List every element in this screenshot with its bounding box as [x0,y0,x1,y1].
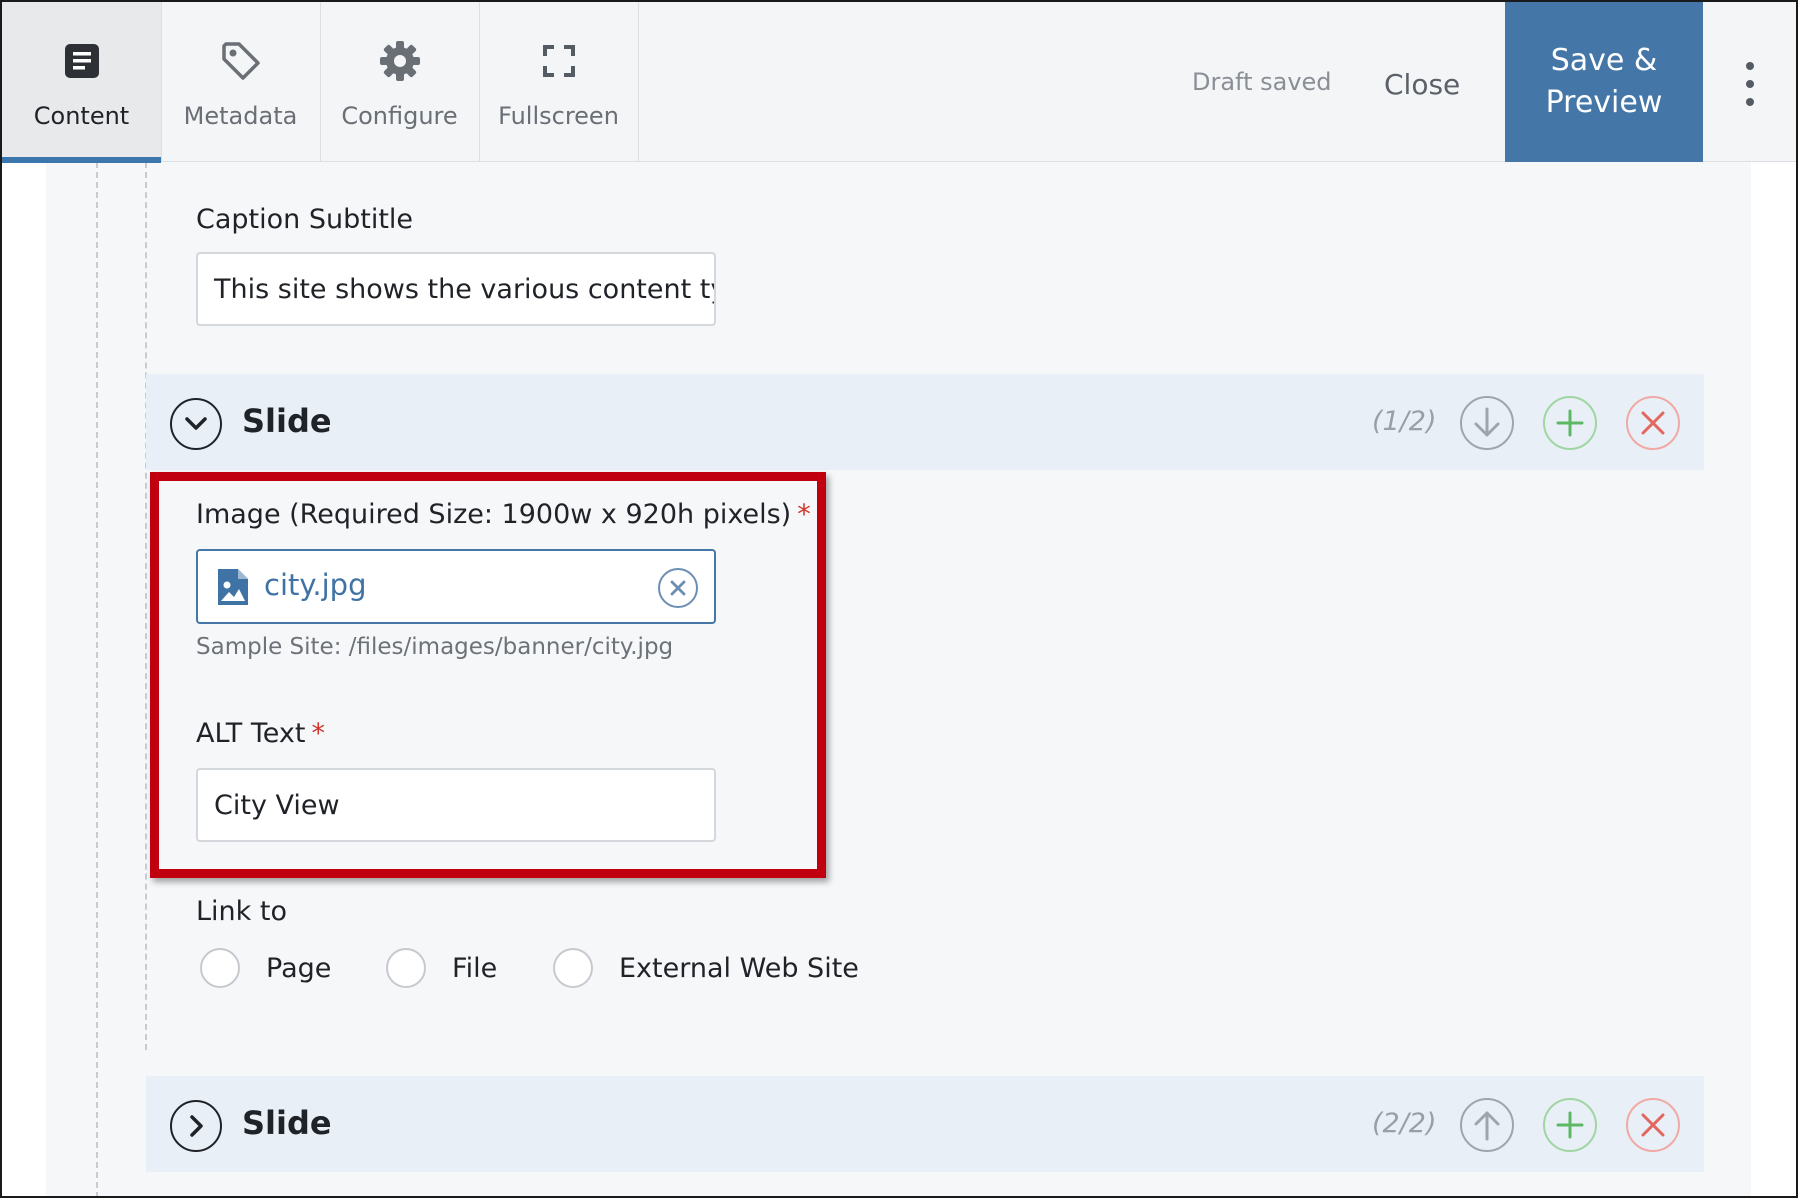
link-option-file[interactable]: File [386,946,497,990]
draft-status: Draft saved [1192,68,1332,96]
move-down-button[interactable] [1460,396,1514,450]
clear-x-icon [669,579,687,597]
tab-content[interactable]: Content [2,2,162,163]
content-icon [59,38,105,84]
alt-text-value: City View [214,789,340,821]
add-slide-button[interactable] [1543,396,1597,450]
alt-text-label-text: ALT Text [196,718,306,749]
arrow-up-icon [1473,1109,1501,1141]
radio-file[interactable] [386,948,426,988]
alt-text-label: ALT Text * [196,718,325,749]
kebab-menu-icon[interactable] [1732,62,1768,106]
alt-text-input[interactable]: City View [196,768,716,842]
image-file-icon [216,567,250,607]
slide-header-1: Slide (1/2) [146,374,1704,470]
close-icon [1639,1111,1667,1139]
editor-toolbar: Content Metadata Configure Fullscreen Dr… [2,2,1796,163]
tab-content-label: Content [33,102,130,130]
slide-title: Slide [242,402,332,440]
radio-file-label: File [452,952,498,984]
tab-configure[interactable]: Configure [320,2,480,162]
slide-title: Slide [242,1104,332,1142]
clear-file-button[interactable] [658,568,698,608]
tab-fullscreen[interactable]: Fullscreen [479,2,639,162]
slide-header-2: Slide (2/2) [146,1076,1704,1172]
slide-count: (1/2) [1372,406,1437,437]
close-icon [1639,409,1667,437]
nesting-guide-inner [145,162,147,1050]
image-file-name[interactable]: city.jpg [264,568,367,602]
image-path-hint: Sample Site: /files/images/banner/city.j… [196,634,674,660]
caption-subtitle-input[interactable]: This site shows the various content type… [196,252,716,326]
image-field-label: Image (Required Size: 1900w x 920h pixel… [196,499,811,530]
required-marker: * [797,499,811,530]
chevron-right-icon [189,1115,203,1137]
expand-toggle[interactable] [170,1100,222,1152]
tab-metadata[interactable]: Metadata [161,2,321,162]
image-label-text: Image (Required Size: 1900w x 920h pixel… [196,499,792,530]
remove-slide-button[interactable] [1626,1098,1680,1152]
radio-external[interactable] [553,948,593,988]
tab-metadata-label: Metadata [183,102,298,130]
move-up-button[interactable] [1460,1098,1514,1152]
caption-subtitle-label: Caption Subtitle [196,204,414,235]
link-option-external[interactable]: External Web Site [553,946,859,990]
chevron-down-icon [185,417,207,431]
save-preview-label: Save & Preview [1545,43,1663,120]
link-option-page[interactable]: Page [200,946,331,990]
link-to-label: Link to [196,896,287,927]
slide-count: (2/2) [1372,1108,1437,1139]
radio-page-label: Page [266,952,332,984]
arrow-down-icon [1473,407,1501,439]
app-window: Content Metadata Configure Fullscreen Dr… [0,0,1798,1198]
collapse-toggle[interactable] [170,398,222,450]
plus-icon [1555,1110,1585,1140]
gear-icon [377,38,423,84]
plus-icon [1555,408,1585,438]
image-file-field[interactable]: city.jpg [196,549,716,624]
caption-subtitle-value: This site shows the various content type… [214,273,714,305]
remove-slide-button[interactable] [1626,396,1680,450]
tag-icon [218,38,264,84]
save-preview-button[interactable]: Save & Preview [1505,2,1703,162]
radio-page[interactable] [200,948,240,988]
tab-configure-label: Configure [341,102,458,130]
close-button[interactable]: Close [1384,68,1460,101]
required-marker: * [311,718,325,749]
add-slide-button[interactable] [1543,1098,1597,1152]
fullscreen-icon [536,38,582,84]
nesting-guide-outer [96,162,98,1196]
tab-fullscreen-label: Fullscreen [498,102,619,130]
radio-external-label: External Web Site [619,952,859,984]
